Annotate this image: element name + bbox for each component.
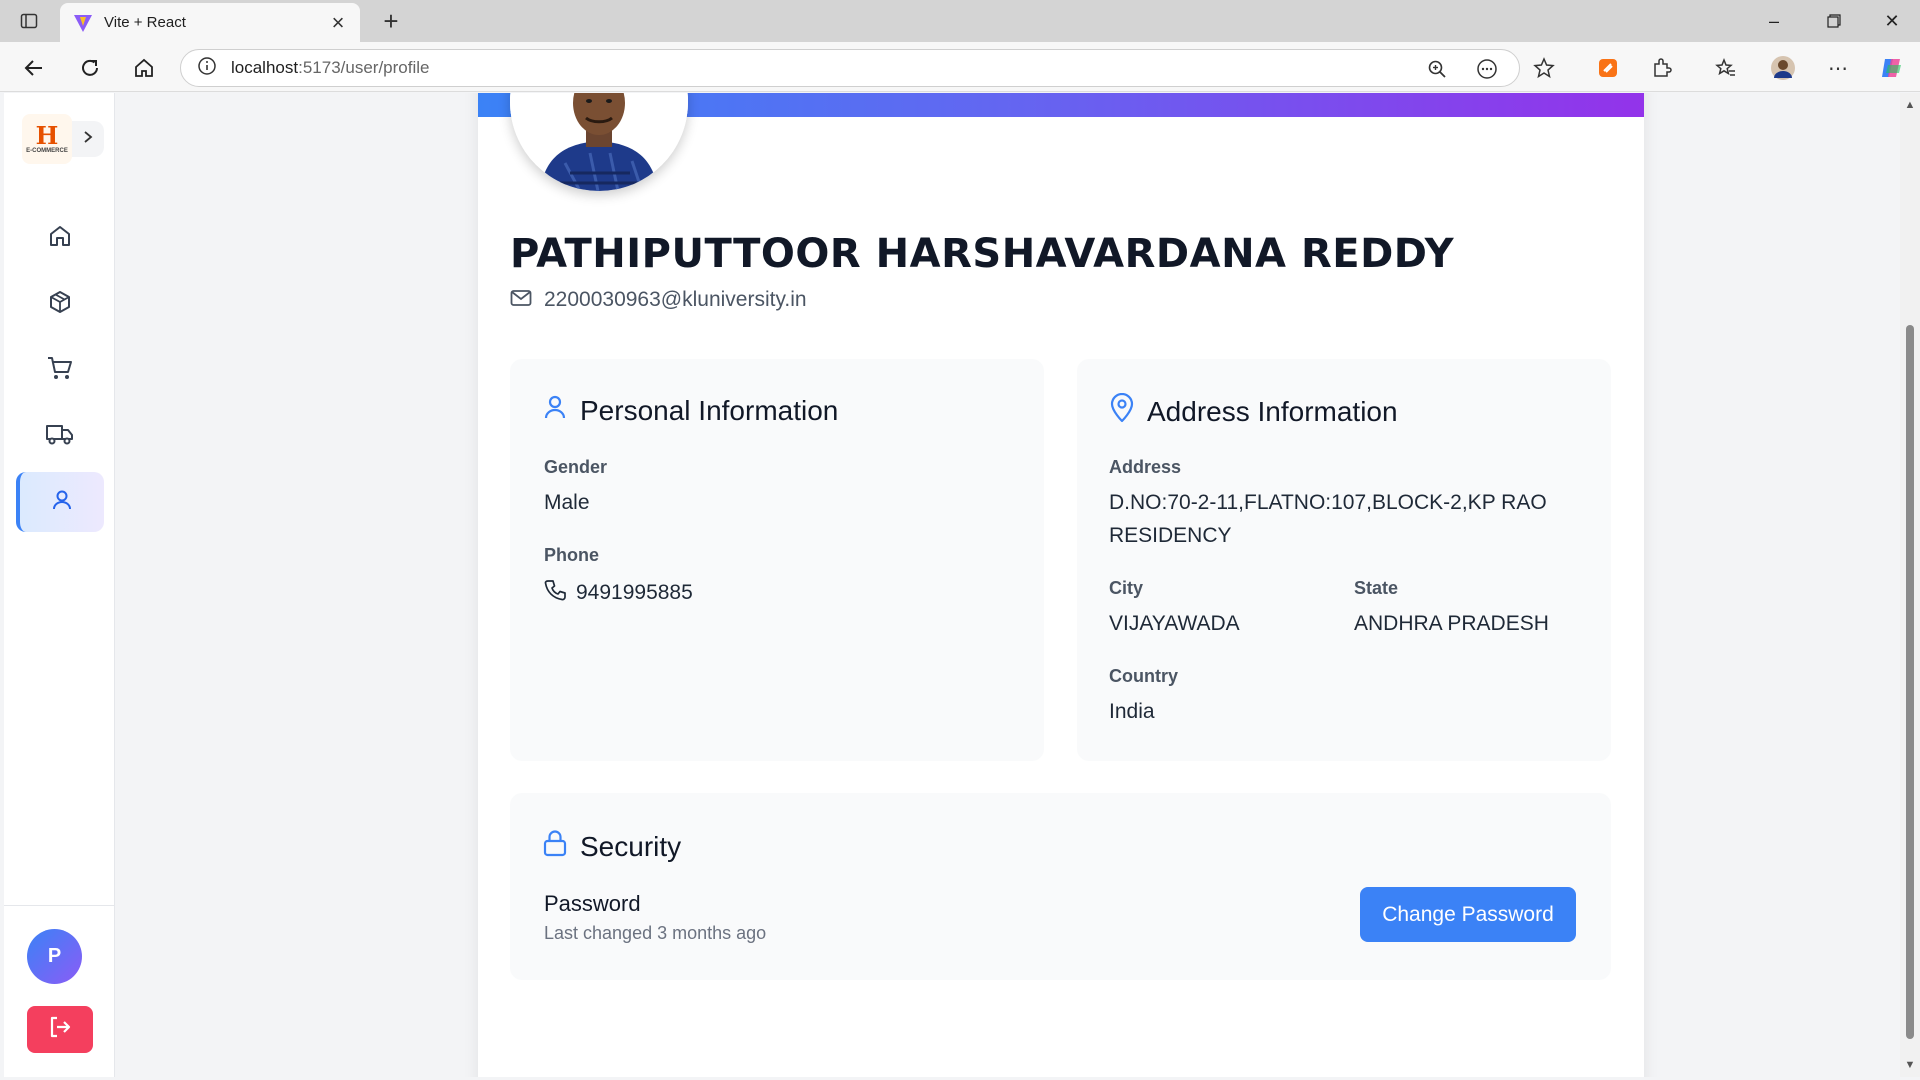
city-value: VIJAYAWADA bbox=[1109, 612, 1240, 635]
address-label: Address bbox=[1109, 457, 1182, 477]
password-changed-text: Last changed 3 months ago bbox=[544, 923, 767, 943]
sidebar-item-profile[interactable] bbox=[16, 472, 104, 532]
url-host: localhost bbox=[231, 58, 299, 77]
address-bar[interactable]: localhost:5173/user/profile bbox=[180, 49, 1520, 87]
user-avatar[interactable]: P bbox=[27, 929, 82, 984]
profile-name: PATHIPUTTOOR HARSHAVARDANA REDDY bbox=[510, 231, 1455, 277]
sidebar-item-cart[interactable] bbox=[16, 340, 104, 400]
browser-toolbar: localhost:5173/user/profile ⋯ bbox=[0, 42, 1920, 92]
truck-icon bbox=[45, 421, 75, 452]
tab-actions-icon[interactable] bbox=[16, 8, 42, 34]
close-window-icon[interactable]: ✕ bbox=[1864, 7, 1920, 35]
back-icon[interactable] bbox=[18, 52, 50, 84]
extensions-icon[interactable] bbox=[1648, 54, 1676, 82]
zoom-icon[interactable] bbox=[1425, 57, 1449, 81]
settings-more-icon[interactable]: ⋯ bbox=[1824, 54, 1852, 82]
url-path: :5173/user/profile bbox=[298, 58, 430, 77]
address-value: D.NO:70-2-11,FLATNO:107,BLOCK-2,KP RAO R… bbox=[1109, 491, 1547, 547]
page-viewport: H E-COMMERCE P PATHIPUTTOOR HARSHAVARDAN… bbox=[0, 93, 1900, 1077]
app-logo: H E-COMMERCE bbox=[22, 114, 72, 164]
scroll-down-icon[interactable]: ▼ bbox=[1904, 1059, 1916, 1071]
phone-value: 9491995885 bbox=[576, 581, 693, 604]
security-card: Security Password Last changed 3 months … bbox=[510, 793, 1611, 980]
logout-button[interactable] bbox=[27, 1006, 93, 1053]
profile-avatar-icon[interactable] bbox=[1769, 54, 1797, 82]
chevron-right-icon bbox=[81, 130, 95, 149]
browser-tab[interactable]: Vite + React × bbox=[60, 3, 360, 42]
lock-icon bbox=[542, 829, 568, 864]
info-icon[interactable] bbox=[197, 56, 217, 81]
security-heading: Security bbox=[542, 829, 681, 864]
new-tab-icon[interactable]: + bbox=[378, 6, 404, 36]
reload-icon[interactable] bbox=[74, 52, 106, 84]
country-label: Country bbox=[1109, 666, 1178, 686]
sidebar-toggle[interactable] bbox=[72, 121, 104, 157]
profile-email-row: 2200030963@kluniversity.in bbox=[510, 288, 807, 312]
user-icon bbox=[49, 487, 75, 518]
sidebar-item-products[interactable] bbox=[16, 274, 104, 334]
sidebar: H E-COMMERCE P bbox=[4, 93, 115, 1077]
personal-info-heading: Personal Information bbox=[542, 393, 838, 428]
phone-icon bbox=[544, 579, 566, 607]
home-browser-icon[interactable] bbox=[128, 52, 160, 84]
vite-icon bbox=[72, 12, 94, 34]
favorites-icon[interactable] bbox=[1712, 54, 1740, 82]
address-info-heading: Address Information bbox=[1109, 392, 1398, 430]
change-password-button[interactable]: Change Password bbox=[1360, 887, 1576, 942]
state-label: State bbox=[1354, 578, 1399, 598]
tab-close-icon[interactable]: × bbox=[326, 10, 350, 36]
sidebar-item-home[interactable] bbox=[16, 208, 104, 268]
map-pin-icon bbox=[1109, 392, 1135, 430]
tab-title: Vite + React bbox=[104, 14, 186, 31]
scroll-thumb[interactable] bbox=[1906, 325, 1914, 1039]
password-label: Password bbox=[544, 891, 641, 916]
restore-icon[interactable] bbox=[1806, 7, 1862, 35]
user-icon bbox=[542, 393, 568, 428]
home-icon bbox=[47, 223, 73, 254]
mail-icon bbox=[510, 289, 532, 312]
phone-row: 9491995885 bbox=[544, 579, 693, 607]
browser-titlebar: Vite + React × + – ✕ bbox=[0, 0, 1920, 42]
extension-orange-icon[interactable] bbox=[1594, 54, 1622, 82]
phone-label: Phone bbox=[544, 545, 600, 565]
address-info-card: Address Information Address D.NO:70-2-11… bbox=[1077, 359, 1611, 761]
favorite-star-icon[interactable] bbox=[1530, 54, 1558, 82]
country-value: India bbox=[1109, 700, 1155, 723]
state-value: ANDHRA PRADESH bbox=[1354, 612, 1549, 635]
copilot-icon[interactable] bbox=[1878, 54, 1906, 82]
scroll-up-icon[interactable]: ▲ bbox=[1904, 99, 1916, 111]
sidebar-divider bbox=[4, 905, 115, 906]
gender-label: Gender bbox=[544, 457, 608, 477]
box-icon bbox=[47, 289, 73, 320]
gender-value: Male bbox=[544, 491, 590, 514]
personal-info-card: Personal Information Gender Male Phone 9… bbox=[510, 359, 1044, 761]
city-label: City bbox=[1109, 578, 1144, 598]
logout-icon bbox=[47, 1014, 73, 1045]
page-scrollbar[interactable]: ▲ ▼ bbox=[1900, 93, 1920, 1077]
minimize-icon[interactable]: – bbox=[1746, 7, 1802, 35]
profile-email: 2200030963@kluniversity.in bbox=[544, 288, 807, 311]
sidebar-item-orders[interactable] bbox=[16, 406, 104, 466]
cart-icon bbox=[46, 355, 74, 386]
